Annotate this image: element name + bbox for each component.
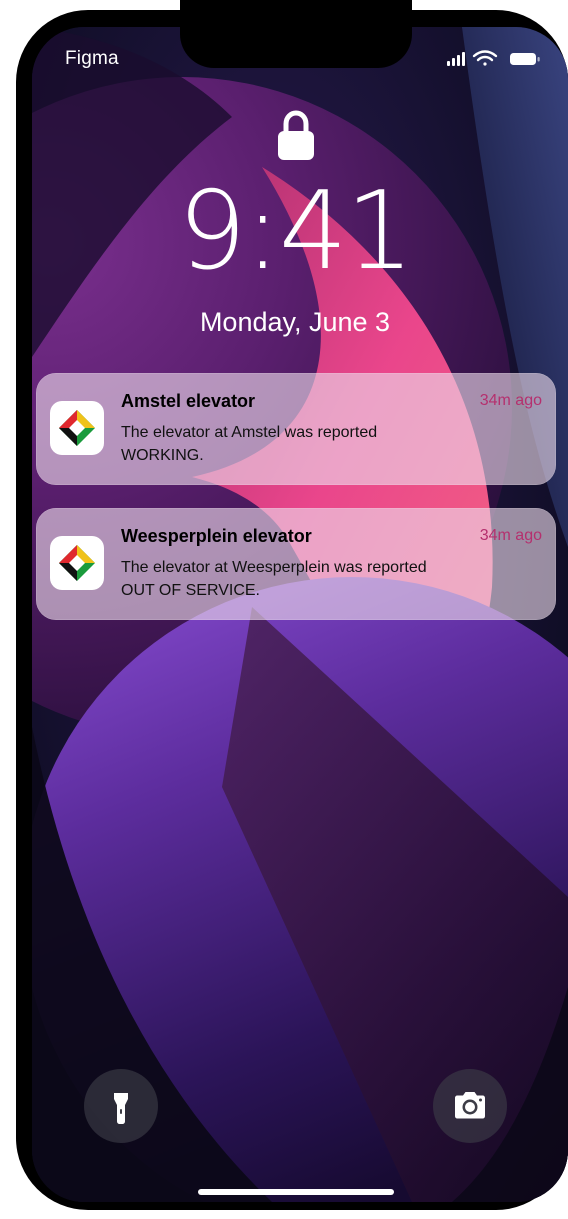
camera-icon [455, 1092, 485, 1119]
notification-time: 34m ago [479, 527, 542, 544]
notification-amstel[interactable]: Amstel elevator 34m ago The elevator at … [36, 373, 556, 485]
status-icons [447, 50, 540, 66]
notification-body-line: The elevator at Amstel was reported [121, 424, 378, 441]
elevator-app-icon [50, 536, 104, 590]
notification-time: 34m ago [479, 392, 542, 409]
camera-button[interactable] [433, 1069, 507, 1143]
notification-body: The elevator at Weesperplein was reporte… [121, 556, 541, 602]
notification-weesperplein[interactable]: Weesperplein elevator 34m ago The elevat… [36, 508, 556, 620]
lock-icon [278, 110, 314, 160]
flashlight-icon [114, 1093, 128, 1124]
elevator-app-icon [50, 401, 104, 455]
home-indicator[interactable] [198, 1189, 394, 1195]
wifi-icon [472, 50, 498, 66]
battery-icon [510, 53, 540, 65]
notification-body-line: OUT OF SERVICE. [121, 582, 260, 599]
status-carrier: Figma [65, 48, 119, 69]
flashlight-button[interactable] [84, 1069, 158, 1143]
notification-title: Weesperplein elevator [121, 526, 312, 546]
notch [180, 0, 412, 68]
notification-title: Amstel elevator [121, 391, 256, 411]
notification-body: The elevator at Amstel was reported WORK… [121, 421, 541, 467]
notification-body-line: The elevator at Weesperplein was reporte… [121, 559, 427, 576]
notification-body-line: WORKING. [121, 447, 204, 464]
lock-date: Monday, June 3 [199, 307, 391, 337]
lock-clock: 9:41 [177, 169, 415, 294]
signal-icon [447, 52, 465, 66]
